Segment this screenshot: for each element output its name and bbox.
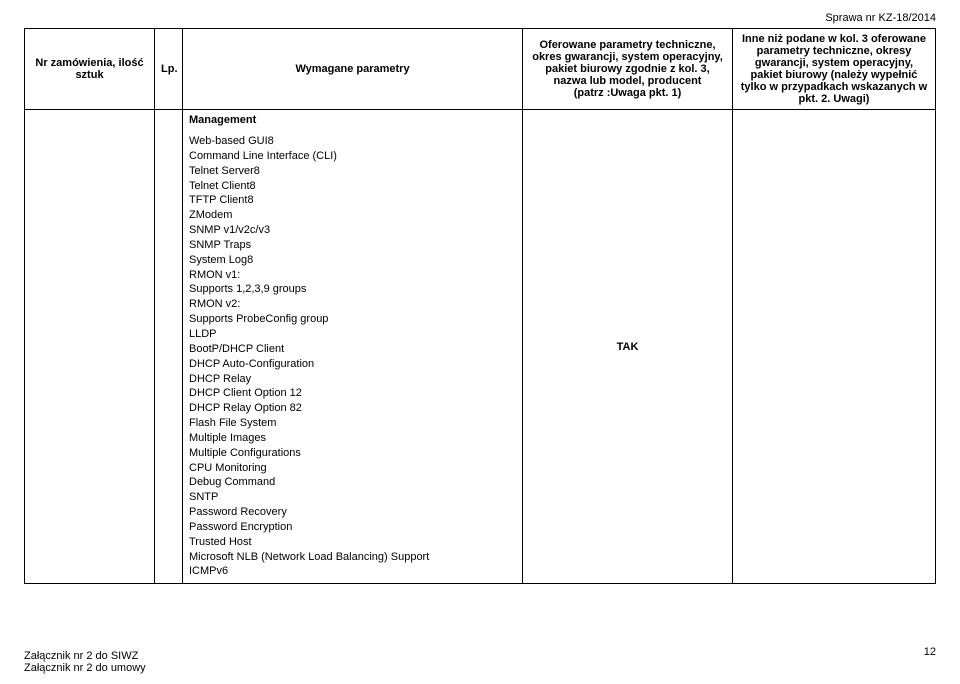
- table-header-row: Nr zamówienia, ilość sztuk Lp. Wymagane …: [25, 29, 936, 110]
- spec-table: Nr zamówienia, ilość sztuk Lp. Wymagane …: [24, 28, 936, 584]
- cell-other: [733, 110, 936, 584]
- footer-line-2: Załącznik nr 2 do umowy: [24, 662, 146, 674]
- cell-lp: [155, 110, 183, 584]
- table-row: Management Web-based GUI8 Command Line I…: [25, 110, 936, 584]
- col-header-lp: Lp.: [155, 29, 183, 110]
- management-heading: Management: [189, 114, 516, 126]
- col-header-order: Nr zamówienia, ilość sztuk: [25, 29, 155, 110]
- cell-required: Management Web-based GUI8 Command Line I…: [183, 110, 523, 584]
- footer-attachments: Załącznik nr 2 do SIWZ Załącznik nr 2 do…: [24, 650, 146, 674]
- feature-list: Web-based GUI8 Command Line Interface (C…: [189, 134, 516, 579]
- case-number: Sprawa nr KZ-18/2014: [24, 12, 936, 24]
- footer-line-1: Załącznik nr 2 do SIWZ: [24, 650, 146, 662]
- col-header-offered: Oferowane parametry techniczne, okres gw…: [523, 29, 733, 110]
- cell-offered: TAK: [523, 110, 733, 584]
- page-number: 12: [924, 646, 936, 658]
- col-header-required: Wymagane parametry: [183, 29, 523, 110]
- cell-order: [25, 110, 155, 584]
- col-header-other: Inne niż podane w kol. 3 oferowane param…: [733, 29, 936, 110]
